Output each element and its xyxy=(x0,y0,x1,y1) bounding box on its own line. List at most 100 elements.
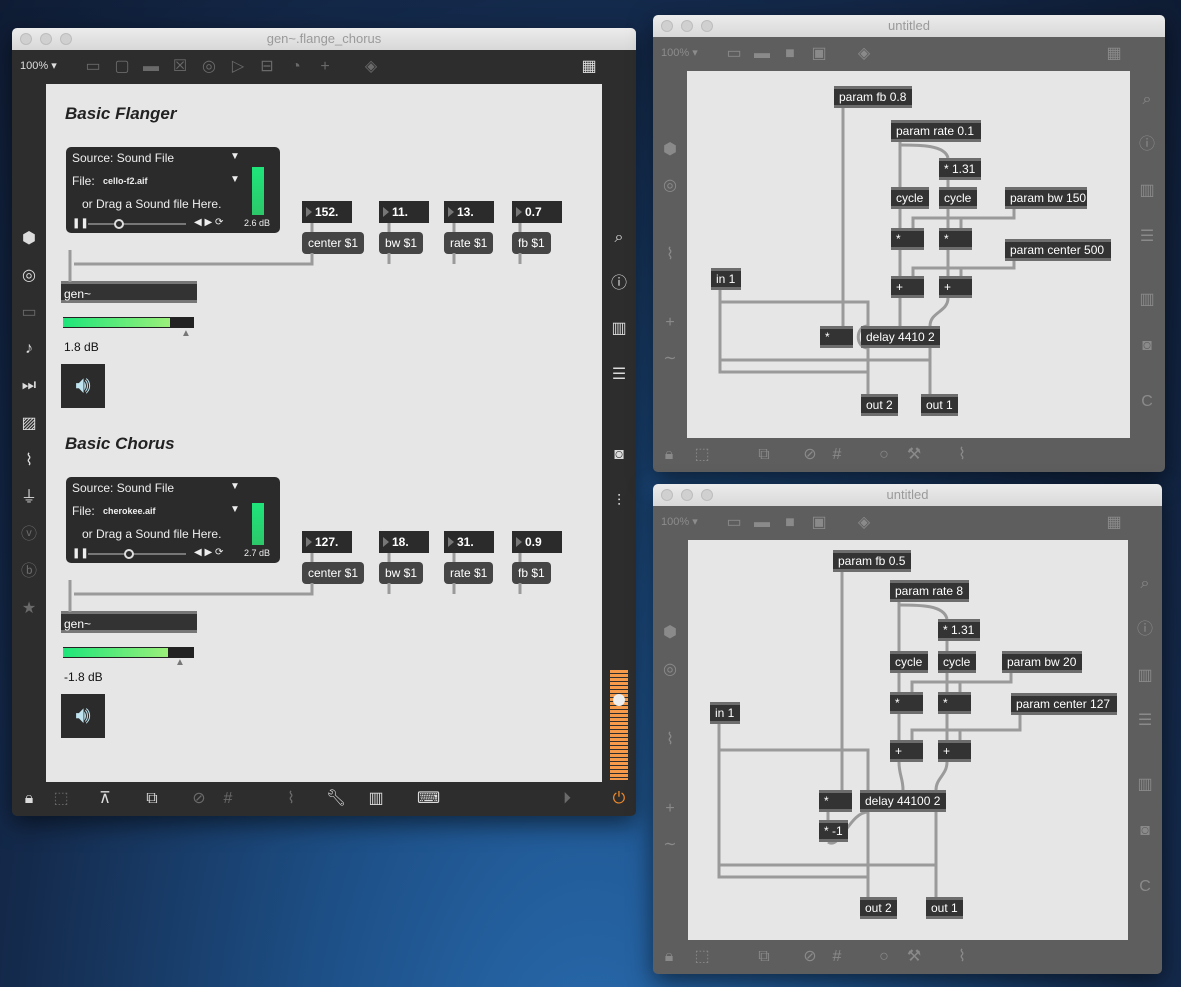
fb-message[interactable]: fb $1 xyxy=(512,562,551,584)
param-fb-object[interactable]: param fb 0.8 xyxy=(834,86,912,108)
minimize-button[interactable] xyxy=(40,33,52,45)
out-1-object[interactable]: out 1 xyxy=(921,394,958,416)
comment-icon[interactable]: ▬ xyxy=(751,512,773,534)
in-object[interactable]: in 1 xyxy=(711,268,741,290)
dial-icon[interactable]: ◔ xyxy=(285,56,307,78)
file-select[interactable]: cello-f2.aif xyxy=(103,176,148,186)
delay-object[interactable]: delay 44100 2 xyxy=(860,790,946,812)
add-icon[interactable]: + xyxy=(659,798,681,820)
source-select[interactable]: Source: Sound File xyxy=(72,481,174,495)
compile-icon[interactable]: C xyxy=(1134,876,1156,898)
multiply-object[interactable]: * 1.31 xyxy=(938,619,980,641)
gain-slider-thumb-icon[interactable]: ▲ xyxy=(175,657,185,668)
multiply-object[interactable]: * xyxy=(939,228,972,250)
new-view-icon[interactable]: ⧉ xyxy=(753,946,775,968)
book-icon[interactable]: ▥ xyxy=(1136,289,1158,311)
feedback-multiply-object[interactable]: * xyxy=(819,790,852,812)
new-view-icon[interactable]: ⧉ xyxy=(753,444,775,466)
rate-message[interactable]: rate $1 xyxy=(444,232,494,254)
source-dropdown-icon[interactable]: ▼ xyxy=(230,481,240,492)
add-clip-icon[interactable]: ⌇ xyxy=(280,788,302,810)
search-icon[interactable]: ⌕ xyxy=(608,227,630,249)
patcher-object-icon[interactable]: ▭ xyxy=(723,512,745,534)
select-icon[interactable]: ⬚ xyxy=(691,444,713,466)
playback-position-slider[interactable] xyxy=(88,223,186,225)
add-clip-icon[interactable]: ⌇ xyxy=(951,444,973,466)
music-note-icon[interactable]: ♪ xyxy=(18,338,40,360)
cube-icon[interactable]: ⬢ xyxy=(659,139,681,161)
comment-icon[interactable]: ▬ xyxy=(140,56,162,78)
multiply-object[interactable]: * xyxy=(891,228,924,250)
param-icon[interactable]: ■ xyxy=(779,512,801,534)
zoom-button[interactable] xyxy=(60,33,72,45)
playhead-knob[interactable] xyxy=(114,219,124,229)
output-level-meter[interactable] xyxy=(610,670,628,780)
snapshot-camera-icon[interactable]: ◙ xyxy=(1134,820,1156,842)
info-icon[interactable]: ⓘ xyxy=(608,273,630,295)
close-button[interactable] xyxy=(661,489,673,501)
slider-icon[interactable]: ⊟ xyxy=(256,56,278,78)
target-icon[interactable]: ◎ xyxy=(659,175,681,197)
grid-snap-icon[interactable]: # xyxy=(826,444,848,466)
paperclip-icon[interactable]: ⌇ xyxy=(659,244,681,266)
select-icon[interactable]: ⬚ xyxy=(50,788,72,810)
target-icon[interactable]: ◎ xyxy=(659,659,681,681)
target-icon[interactable]: ◎ xyxy=(18,265,40,287)
gain-slider[interactable] xyxy=(63,317,194,328)
fb-number-box[interactable]: 0.7 xyxy=(512,201,562,223)
center-message[interactable]: center $1 xyxy=(302,562,365,584)
grid-icon[interactable]: ▦ xyxy=(1103,512,1125,534)
patcher-object-icon[interactable]: ▭ xyxy=(723,43,745,65)
in-object[interactable]: in 1 xyxy=(710,702,740,724)
pause-icon[interactable]: ❚❚ xyxy=(72,218,89,229)
close-button[interactable] xyxy=(20,33,32,45)
beap-icon[interactable]: ⓑ xyxy=(18,561,40,583)
multiply-object[interactable]: * 1.31 xyxy=(939,158,981,180)
param-fb-object[interactable]: param fb 0.5 xyxy=(833,550,911,572)
delay-object[interactable]: delay 4410 2 xyxy=(861,326,940,348)
center-message[interactable]: center $1 xyxy=(302,232,365,254)
grid-snap-icon[interactable]: # xyxy=(826,946,848,968)
new-view-icon[interactable]: ⧉ xyxy=(141,788,163,810)
reference-book-icon[interactable]: ▥ xyxy=(608,318,630,340)
bw-message[interactable]: bw $1 xyxy=(379,232,424,254)
image-icon[interactable]: ▨ xyxy=(18,413,40,435)
add-object[interactable]: + xyxy=(939,276,972,298)
add-clip-icon[interactable]: ⌇ xyxy=(951,946,973,968)
mute-icon[interactable]: ⊘ xyxy=(799,444,821,466)
out-1-object[interactable]: out 1 xyxy=(926,897,963,919)
number-icon[interactable]: ▷ xyxy=(227,56,249,78)
snapshot-camera-icon[interactable]: ◙ xyxy=(1136,335,1158,357)
param-center-object[interactable]: param center 127 xyxy=(1011,693,1117,715)
negate-object[interactable]: * -1 xyxy=(819,820,848,842)
bw-number-box[interactable]: 11. xyxy=(379,201,429,223)
grid-icon[interactable]: ▦ xyxy=(1103,43,1125,65)
feedback-multiply-object[interactable]: * xyxy=(820,326,853,348)
vizzie-icon[interactable]: ⓥ xyxy=(18,524,40,546)
multiply-object[interactable]: * xyxy=(890,692,923,714)
play-icon[interactable]: ⏵ xyxy=(556,788,578,810)
cycle-object[interactable]: cycle xyxy=(890,651,928,673)
paperclip-icon[interactable]: ⌇ xyxy=(18,450,40,472)
rate-number-box[interactable]: 13. xyxy=(444,201,494,223)
lock-icon[interactable]: 🔒︎ xyxy=(18,788,40,810)
keyboard-icon[interactable]: ⌨ xyxy=(417,788,440,810)
zoom-select[interactable]: 100% ▾ xyxy=(661,46,698,59)
compile-icon[interactable]: C xyxy=(1136,391,1158,413)
wrench-icon[interactable]: 🔧︎ xyxy=(325,788,347,810)
pause-icon[interactable]: ❚❚ xyxy=(72,548,89,559)
presentation-icon[interactable]: ▭ xyxy=(18,302,40,324)
codebox-icon[interactable]: ▣ xyxy=(808,512,830,534)
param-bw-object[interactable]: param bw 20 xyxy=(1002,651,1082,673)
signal-icon[interactable]: ∼ xyxy=(659,834,681,856)
minimize-button[interactable] xyxy=(681,20,693,32)
zoom-select[interactable]: 100% ▾ xyxy=(661,515,698,528)
grid-icon[interactable]: ▦ xyxy=(578,56,600,78)
comment-icon[interactable]: ▬ xyxy=(751,43,773,65)
speaker-icon[interactable]: 🔊︎ xyxy=(61,364,105,408)
source-dropdown-icon[interactable]: ▼ xyxy=(230,151,240,162)
circle-icon[interactable]: ○ xyxy=(873,946,895,968)
param-rate-object[interactable]: param rate 8 xyxy=(890,580,969,602)
patcher-object-icon[interactable]: ▭ xyxy=(82,56,104,78)
book-icon[interactable]: ▥ xyxy=(1134,774,1156,796)
